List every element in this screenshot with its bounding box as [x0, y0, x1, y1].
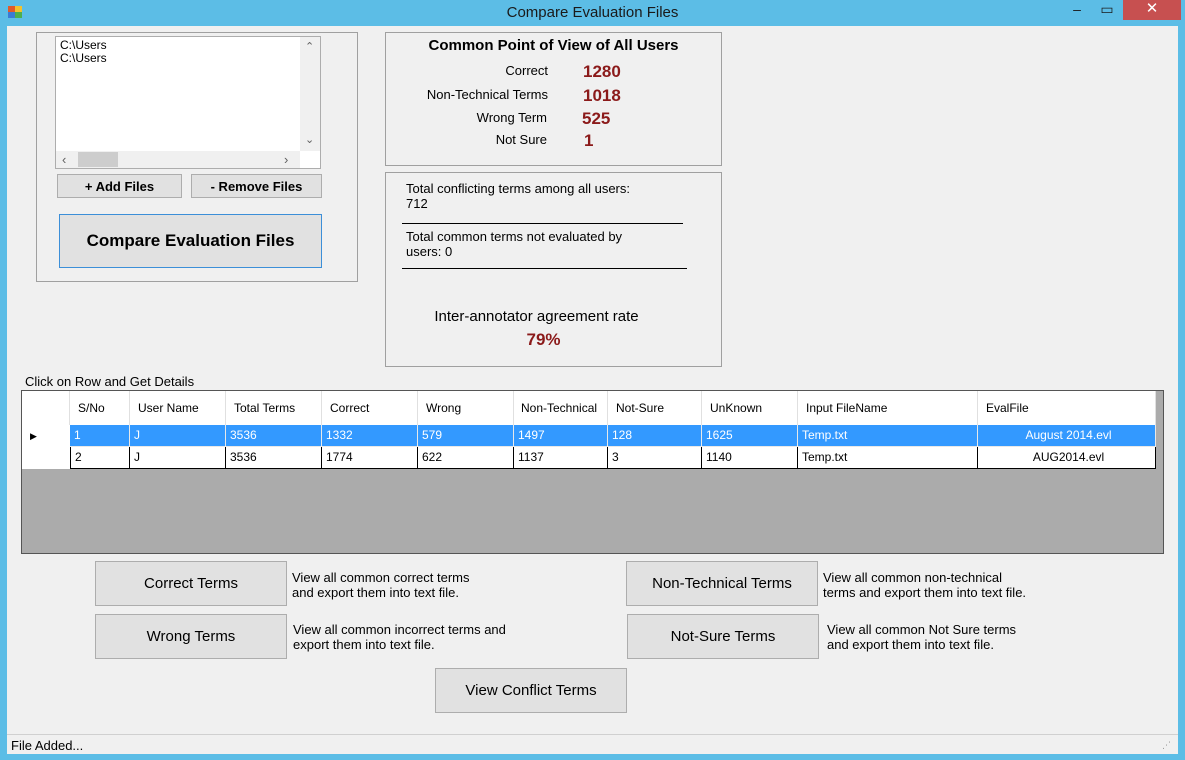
cell-unknown[interactable]: 1625	[702, 425, 798, 447]
cell-user-name[interactable]: J	[130, 447, 226, 469]
cell-evalfile[interactable]: AUG2014.evl	[978, 447, 1156, 469]
stat-label-not-sure: Not Sure	[495, 132, 547, 147]
non-technical-terms-description: View all common non-technical terms and …	[823, 570, 1026, 600]
wrong-terms-button[interactable]: Wrong Terms	[95, 614, 287, 659]
cell-wrong[interactable]: 579	[418, 425, 514, 447]
column-header-non-technical[interactable]: Non-Technical	[514, 391, 608, 425]
row-selector[interactable]	[22, 447, 70, 469]
cell-not-sure[interactable]: 128	[608, 425, 702, 447]
status-bar: File Added... ⋰	[7, 734, 1178, 754]
column-header-input-filename[interactable]: Input FileName	[798, 391, 978, 425]
grid-hint: Click on Row and Get Details	[25, 374, 195, 389]
not-evaluated-value: users: 0	[406, 244, 453, 259]
close-button[interactable]: ✕	[1123, 0, 1181, 20]
non-technical-terms-button[interactable]: Non-Technical Terms	[626, 561, 818, 606]
description-line: View all common incorrect terms and	[293, 622, 506, 637]
cell-evalfile[interactable]: August 2014.evl	[978, 425, 1156, 447]
cell-user-name[interactable]: J	[130, 425, 226, 447]
stat-label-wrong: Wrong Term	[476, 110, 547, 125]
agreement-rate-label: Inter-annotator agreement rate	[434, 308, 639, 325]
cell-total-terms[interactable]: 3536	[226, 447, 322, 469]
file-list-horizontal-scrollbar[interactable]: ‹ ›	[56, 151, 300, 168]
row-selector[interactable]: ▶	[22, 425, 70, 447]
description-line: View all common correct terms	[292, 570, 470, 585]
column-header-not-sure[interactable]: Not-Sure	[608, 391, 702, 425]
resize-grip-icon[interactable]: ⋰	[1162, 740, 1171, 751]
current-row-arrow-icon: ▶	[30, 431, 37, 441]
compare-evaluation-files-button[interactable]: Compare Evaluation Files	[59, 214, 322, 268]
file-list[interactable]: C:\Users C:\Users	[55, 36, 321, 169]
cell-sno[interactable]: 1	[70, 425, 130, 447]
file-list-vertical-scrollbar[interactable]: ⌃ ⌄	[300, 37, 320, 151]
cell-non-technical[interactable]: 1497	[514, 425, 608, 447]
stat-value-correct: 1280	[583, 62, 621, 81]
view-conflict-terms-button[interactable]: View Conflict Terms	[435, 668, 627, 713]
scroll-thumb[interactable]	[78, 152, 118, 167]
correct-terms-description: View all common correct terms and export…	[292, 570, 469, 600]
common-view-title: Common Point of View of All Users	[428, 37, 679, 54]
cell-sno[interactable]: 2	[70, 447, 130, 469]
cell-total-terms[interactable]: 3536	[226, 425, 322, 447]
cell-wrong[interactable]: 622	[418, 447, 514, 469]
column-header-evalfile[interactable]: EvalFile	[978, 391, 1156, 425]
wrong-terms-description: View all common incorrect terms and expo…	[293, 622, 506, 652]
results-grid[interactable]: S/No User Name Total Terms Correct Wrong…	[21, 390, 1164, 554]
column-header-correct[interactable]: Correct	[322, 391, 418, 425]
description-line: View all common Not Sure terms	[827, 622, 1017, 637]
description-line: and export them into text file.	[827, 637, 994, 652]
stat-value-not-sure: 1	[584, 131, 594, 150]
scroll-left-icon[interactable]: ‹	[62, 152, 66, 167]
stat-label-non-technical: Non-Technical Terms	[426, 87, 548, 102]
conflicting-terms-label: Total conflicting terms among all users:	[406, 181, 630, 196]
correct-terms-button[interactable]: Correct Terms	[95, 561, 287, 606]
file-list-item[interactable]: C:\Users	[60, 52, 107, 65]
status-text: File Added...	[11, 738, 84, 753]
column-header-wrong[interactable]: Wrong	[418, 391, 514, 425]
column-header-user-name[interactable]: User Name	[130, 391, 226, 425]
stat-value-wrong: 525	[582, 109, 611, 128]
agreement-rate-value: 79%	[526, 330, 561, 349]
scroll-right-icon[interactable]: ›	[284, 152, 288, 167]
column-header-total-terms[interactable]: Total Terms	[226, 391, 322, 425]
add-files-button[interactable]: + Add Files	[57, 174, 182, 198]
remove-files-button[interactable]: - Remove Files	[191, 174, 322, 198]
column-header-sno[interactable]: S/No	[70, 391, 130, 425]
window-title: Compare Evaluation Files	[506, 4, 679, 21]
separator	[402, 223, 683, 224]
scroll-up-icon[interactable]: ⌃	[305, 40, 314, 53]
cell-input-filename[interactable]: Temp.txt	[798, 447, 978, 469]
cell-unknown[interactable]: 1140	[702, 447, 798, 469]
column-header-unknown[interactable]: UnKnown	[702, 391, 798, 425]
cell-correct[interactable]: 1332	[322, 425, 418, 447]
cell-correct[interactable]: 1774	[322, 447, 418, 469]
stat-value-non-technical: 1018	[583, 86, 621, 105]
title-bar[interactable]: Compare Evaluation Files – ▭ ✕	[0, 0, 1185, 26]
not-sure-terms-button[interactable]: Not-Sure Terms	[627, 614, 819, 659]
scroll-down-icon[interactable]: ⌄	[305, 133, 314, 146]
cell-input-filename[interactable]: Temp.txt	[798, 425, 978, 447]
description-line: View all common non-technical	[823, 570, 1002, 585]
description-line: terms and export them into text file.	[823, 585, 1027, 600]
grid-corner-header[interactable]	[22, 391, 70, 425]
not-evaluated-label: Total common terms not evaluated by	[406, 229, 623, 244]
cell-non-technical[interactable]: 1137	[514, 447, 608, 469]
cell-not-sure[interactable]: 3	[608, 447, 702, 469]
description-line: and export them into text file.	[292, 585, 459, 600]
stat-label-correct: Correct	[505, 63, 548, 78]
maximize-button[interactable]: ▭	[1094, 0, 1120, 20]
not-sure-terms-description: View all common Not Sure terms and expor…	[827, 622, 1016, 652]
separator	[402, 268, 687, 269]
conflicting-terms-value: 712	[406, 196, 428, 211]
description-line: export them into text file.	[293, 637, 435, 652]
minimize-button[interactable]: –	[1064, 0, 1090, 20]
